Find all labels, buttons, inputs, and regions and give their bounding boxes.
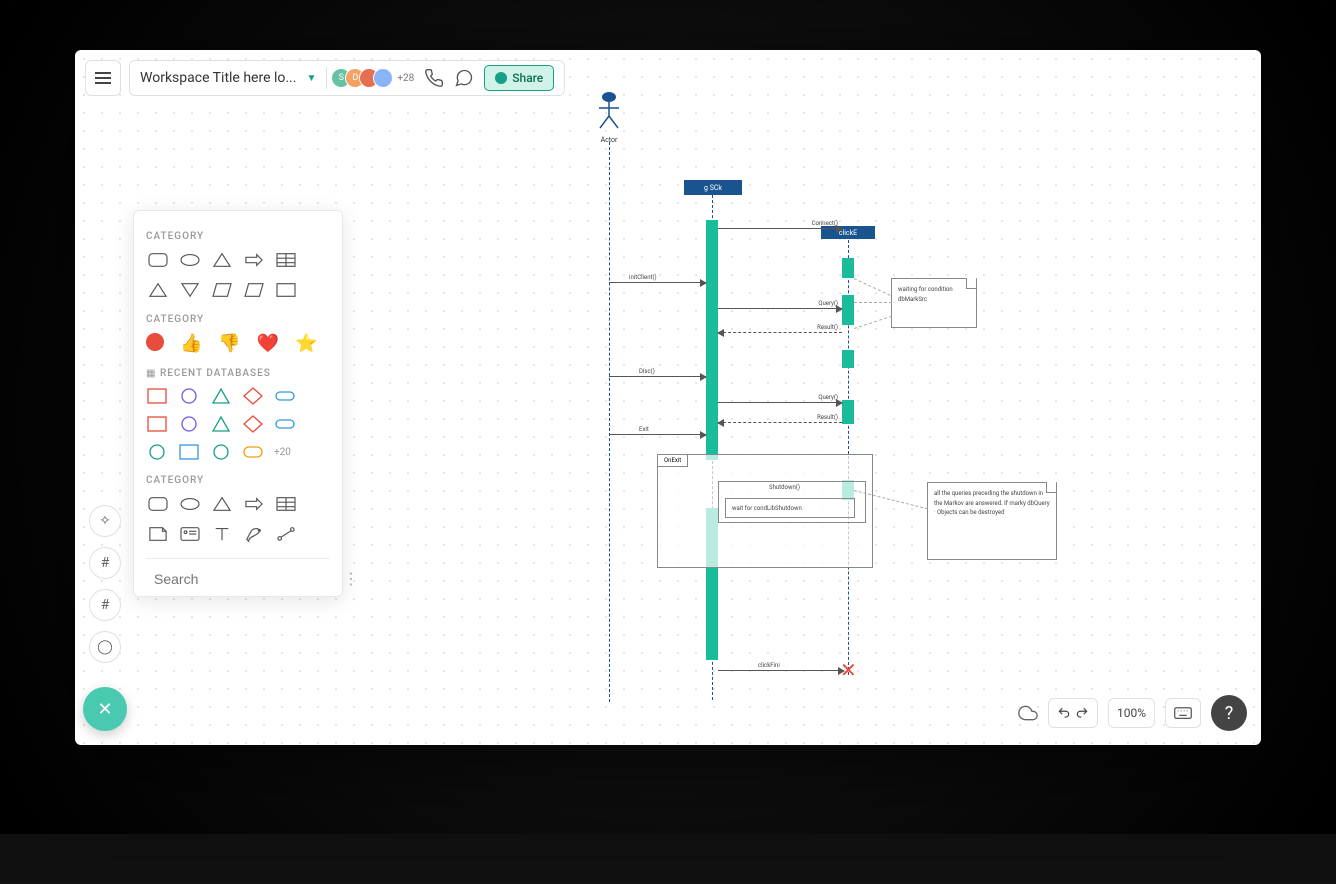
shape-pen[interactable] bbox=[242, 524, 266, 544]
topbar: Workspace Title here lo... ▼ S D +28 Sha… bbox=[85, 60, 565, 96]
shape-triangle-2[interactable] bbox=[210, 494, 234, 514]
activation-3[interactable] bbox=[842, 295, 854, 325]
share-label: Share bbox=[512, 71, 543, 85]
shape-triangle-down[interactable] bbox=[178, 280, 202, 300]
msg-connect[interactable]: Connect() bbox=[718, 228, 842, 229]
db-shape-green-triangle[interactable] bbox=[210, 387, 232, 405]
msg-exit[interactable]: Exit bbox=[609, 434, 706, 435]
sticker-thumbs-down[interactable]: 👎 bbox=[218, 333, 240, 354]
menu-button[interactable] bbox=[85, 60, 121, 96]
lifeline-actor[interactable] bbox=[609, 142, 610, 702]
db-shape-purple-circle[interactable] bbox=[178, 387, 200, 405]
category-heading-4: CATEGORY bbox=[146, 475, 330, 486]
db-shape-green-circle[interactable] bbox=[146, 443, 168, 461]
activation-2[interactable] bbox=[842, 258, 854, 278]
more-shapes-count[interactable]: +20 bbox=[274, 443, 298, 461]
db-shape-red-diamond-2[interactable] bbox=[242, 415, 264, 433]
sticker-thumbs-up[interactable]: 👍 bbox=[180, 333, 202, 354]
db-shape-blue-pill-2[interactable] bbox=[274, 415, 296, 433]
destroy-marker[interactable]: ✕ bbox=[840, 658, 857, 682]
tool-shapes[interactable]: ◯ bbox=[89, 631, 121, 663]
collaborator-avatars[interactable]: S D +28 bbox=[337, 68, 414, 88]
db-shape-red-rect[interactable] bbox=[146, 387, 168, 405]
db-shape-green-circle-2[interactable] bbox=[210, 443, 232, 461]
shape-triangle-up[interactable] bbox=[146, 280, 170, 300]
shapes-panel: CATEGORY CATEGORY 👍 👎 ❤️ ⭐ ▦ RECENT DATA… bbox=[133, 210, 343, 597]
msg-query1[interactable]: Query() bbox=[718, 308, 842, 309]
redo-icon bbox=[1075, 706, 1089, 720]
shape-connector[interactable] bbox=[274, 524, 298, 544]
tool-frame[interactable]: # bbox=[89, 547, 121, 579]
db-shape-blue-pill[interactable] bbox=[274, 387, 296, 405]
db-shape-green-triangle-2[interactable] bbox=[210, 415, 232, 433]
activation-5[interactable] bbox=[842, 400, 854, 424]
shape-rounded-rect[interactable] bbox=[146, 250, 170, 270]
keyboard-icon[interactable] bbox=[1165, 698, 1201, 728]
zoom-level[interactable]: 100% bbox=[1108, 698, 1155, 728]
fragment-label: OnExit bbox=[658, 455, 688, 467]
side-tools: ✧ # # ◯ bbox=[89, 505, 121, 663]
sticker-red-dot[interactable] bbox=[146, 333, 164, 351]
msg-result2[interactable]: Result() bbox=[718, 422, 842, 423]
category-heading-3: ▦ RECENT DATABASES bbox=[146, 368, 330, 379]
help-button[interactable]: ? bbox=[1211, 695, 1247, 731]
shape-triangle[interactable] bbox=[210, 250, 234, 270]
msg-disc[interactable]: Disc() bbox=[609, 376, 706, 377]
fragment-onexit[interactable]: OnExit Shutdown() wait for condLibShutdo… bbox=[657, 454, 873, 568]
call-icon[interactable] bbox=[424, 68, 444, 88]
shape-table-2[interactable] bbox=[274, 494, 298, 514]
shape-parallelogram[interactable] bbox=[210, 280, 234, 300]
sticker-heart[interactable]: ❤️ bbox=[257, 333, 279, 354]
bottom-bar: 100% ? bbox=[1018, 695, 1247, 731]
msg-result1[interactable]: Result() bbox=[718, 332, 842, 333]
db-shape-purple-circle-2[interactable] bbox=[178, 415, 200, 433]
undo-redo[interactable] bbox=[1048, 698, 1098, 728]
cloud-icon[interactable] bbox=[1018, 703, 1038, 723]
shape-ellipse-2[interactable] bbox=[178, 494, 202, 514]
tool-grid[interactable]: # bbox=[89, 589, 121, 621]
shape-note[interactable] bbox=[146, 524, 170, 544]
shape-text[interactable] bbox=[210, 524, 234, 544]
actor-node[interactable]: Actor bbox=[593, 92, 625, 144]
category-heading-2: CATEGORY bbox=[146, 314, 330, 325]
shape-ellipse[interactable] bbox=[178, 250, 202, 270]
tool-star[interactable]: ✧ bbox=[89, 505, 121, 537]
share-button[interactable]: Share bbox=[484, 65, 554, 91]
search-input[interactable] bbox=[154, 571, 335, 587]
msg-query2[interactable]: Query() bbox=[718, 402, 842, 403]
shape-card[interactable] bbox=[178, 524, 202, 544]
workspace-title[interactable]: Workspace Title here lo... bbox=[140, 70, 296, 86]
lifeline-box-gsck[interactable]: g SCk bbox=[684, 180, 742, 195]
db-shape-red-rect-2[interactable] bbox=[146, 415, 168, 433]
activation-4[interactable] bbox=[842, 350, 854, 368]
avatar-overflow-count: +28 bbox=[397, 73, 414, 84]
msg-final[interactable]: clickFini bbox=[718, 670, 844, 671]
app-window: Workspace Title here lo... ▼ S D +28 Sha… bbox=[75, 50, 1261, 745]
globe-icon bbox=[495, 72, 507, 84]
msg-initclient[interactable]: initClient() bbox=[609, 282, 706, 283]
more-options-icon[interactable]: ⋮ bbox=[343, 569, 359, 588]
undo-icon bbox=[1057, 706, 1071, 720]
shape-rect[interactable] bbox=[274, 280, 298, 300]
db-shape-red-diamond[interactable] bbox=[242, 387, 264, 405]
db-shape-blue-rect[interactable] bbox=[178, 443, 200, 461]
chevron-down-icon[interactable]: ▼ bbox=[306, 73, 316, 84]
note-1[interactable]: waiting for condition dbMarkSrc bbox=[891, 278, 977, 328]
shape-arrow-right[interactable] bbox=[242, 250, 266, 270]
close-panel-button[interactable]: ✕ bbox=[83, 687, 127, 731]
comment-icon[interactable] bbox=[454, 68, 474, 88]
shape-rounded-rect-2[interactable] bbox=[146, 494, 170, 514]
shape-arrow-right-2[interactable] bbox=[242, 494, 266, 514]
shape-table[interactable] bbox=[274, 250, 298, 270]
sticker-star[interactable]: ⭐ bbox=[295, 333, 317, 354]
shape-parallelogram-2[interactable] bbox=[242, 280, 266, 300]
title-block: Workspace Title here lo... ▼ S D +28 Sha… bbox=[129, 60, 565, 96]
category-heading-1: CATEGORY bbox=[146, 231, 330, 242]
db-shape-yellow-pill[interactable] bbox=[242, 443, 264, 461]
note-2[interactable]: all the queries preceding the shutdown i… bbox=[927, 482, 1057, 560]
